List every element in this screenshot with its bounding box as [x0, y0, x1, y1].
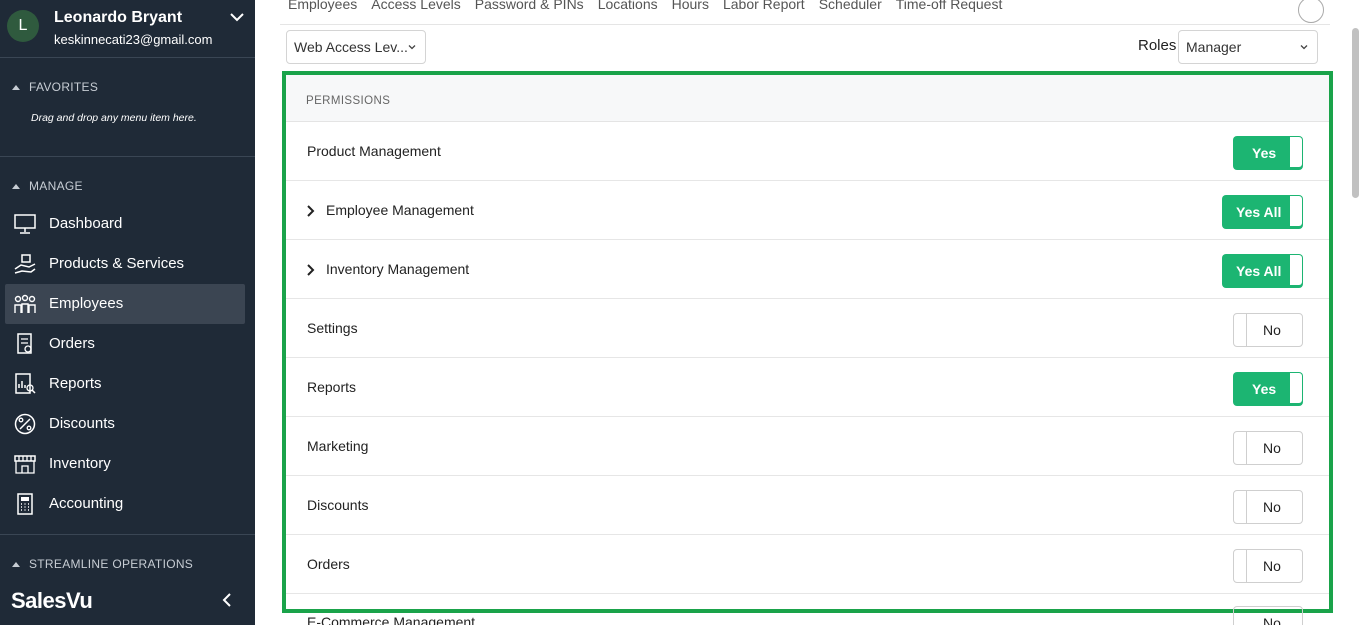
permission-row: Employee Management Yes All — [286, 181, 1329, 240]
permission-toggle[interactable]: Yes All — [1222, 195, 1303, 229]
brand-logo: SalesVu — [11, 588, 93, 613]
divider — [0, 57, 255, 58]
more-tabs-button[interactable] — [1298, 0, 1324, 23]
tab-access-levels[interactable]: Access Levels — [371, 0, 460, 12]
permission-label: Employee Management — [326, 202, 474, 218]
favorites-hint: Drag and drop any menu item here. — [31, 112, 197, 124]
manage-header[interactable]: MANAGE — [12, 179, 83, 193]
divider — [0, 156, 255, 157]
permission-row: Marketing No — [286, 417, 1329, 476]
sidebar-item-accounting[interactable]: Accounting — [5, 484, 245, 524]
tab-labor-report[interactable]: Labor Report — [723, 0, 805, 12]
permission-row: Settings No — [286, 299, 1329, 358]
sidebar-item-dashboard[interactable]: Dashboard — [5, 204, 245, 244]
roles-label: Roles — [1138, 37, 1177, 54]
permission-label: Inventory Management — [326, 261, 470, 277]
collapse-triangle-icon — [12, 84, 20, 90]
sidebar-item-employees[interactable]: Employees — [5, 284, 245, 324]
collapse-triangle-icon — [12, 183, 20, 189]
permission-toggle[interactable]: No — [1233, 490, 1303, 524]
permission-toggle[interactable]: No — [1233, 606, 1303, 625]
permissions-panel: PERMISSIONS Product Management Yes Emplo… — [282, 71, 1333, 613]
sidebar-item-inventory[interactable]: Inventory — [5, 444, 245, 484]
people-icon — [14, 294, 36, 313]
permission-toggle[interactable]: Yes — [1233, 136, 1303, 170]
permission-row: Discounts No — [286, 476, 1329, 535]
permission-row: Inventory Management Yes All — [286, 240, 1329, 299]
report-icon — [15, 373, 36, 394]
user-menu[interactable]: L Leonardo Bryant keskinnecati23@gmail.c… — [0, 0, 255, 57]
store-icon — [14, 455, 36, 474]
permission-toggle[interactable]: No — [1233, 313, 1303, 347]
tab-locations[interactable]: Locations — [598, 0, 658, 12]
tab-password-pins[interactable]: Password & PINs — [475, 0, 584, 12]
monitor-icon — [14, 214, 36, 234]
products-icon — [14, 254, 36, 274]
sidebar-item-reports[interactable]: Reports — [5, 364, 245, 404]
role-select[interactable]: Manager — [1178, 30, 1318, 64]
favorites-header[interactable]: FAVORITES — [12, 80, 98, 94]
tab-employees[interactable]: Employees — [288, 0, 357, 12]
chevron-right-icon[interactable] — [306, 263, 316, 277]
streamline-header[interactable]: STREAMLINE OPERATIONS — [12, 557, 193, 571]
collapse-triangle-icon — [12, 561, 20, 567]
permission-label: Orders — [307, 556, 350, 572]
chevron-down-icon — [408, 45, 416, 50]
user-name: Leonardo Bryant — [54, 9, 183, 26]
tab-bar: Employees Access Levels Password & PINs … — [288, 0, 1002, 12]
user-email: keskinnecati23@gmail.com — [54, 32, 213, 47]
tab-hours[interactable]: Hours — [672, 0, 709, 12]
permissions-header: PERMISSIONS — [286, 75, 1329, 122]
calculator-icon — [17, 493, 33, 515]
chevron-down-icon[interactable] — [228, 8, 246, 26]
permission-label: E-Commerce Management — [307, 614, 476, 625]
divider — [0, 534, 255, 535]
sidebar: L Leonardo Bryant keskinnecati23@gmail.c… — [0, 0, 255, 625]
scrollbar[interactable] — [1352, 28, 1359, 198]
permission-row: Product Management Yes — [286, 122, 1329, 181]
chevron-down-icon — [1300, 45, 1308, 50]
access-level-select[interactable]: Web Access Lev... — [286, 30, 426, 64]
permission-label: Reports — [307, 379, 357, 395]
tab-time-off-request[interactable]: Time-off Request — [896, 0, 1003, 12]
avatar: L — [7, 10, 39, 42]
permission-toggle[interactable]: Yes — [1233, 372, 1303, 406]
sidebar-item-discounts[interactable]: Discounts — [5, 404, 245, 444]
sidebar-item-products[interactable]: Products & Services — [5, 244, 245, 284]
permission-row: Reports Yes — [286, 358, 1329, 417]
sidebar-item-orders[interactable]: Orders — [5, 324, 245, 364]
percent-icon — [14, 413, 36, 435]
tab-scheduler[interactable]: Scheduler — [819, 0, 882, 12]
divider — [280, 24, 1330, 25]
permission-label: Marketing — [307, 438, 369, 454]
chevron-right-icon[interactable] — [306, 204, 316, 218]
orders-icon — [17, 333, 32, 354]
permission-label: Settings — [307, 320, 358, 336]
permission-toggle[interactable]: No — [1233, 431, 1303, 465]
permission-toggle[interactable]: Yes All — [1222, 254, 1303, 288]
permission-label: Product Management — [307, 143, 441, 159]
permission-label: Discounts — [307, 497, 369, 513]
permission-row: Orders No — [286, 535, 1329, 594]
chevron-left-icon[interactable] — [217, 590, 237, 610]
permission-toggle[interactable]: No — [1233, 549, 1303, 583]
